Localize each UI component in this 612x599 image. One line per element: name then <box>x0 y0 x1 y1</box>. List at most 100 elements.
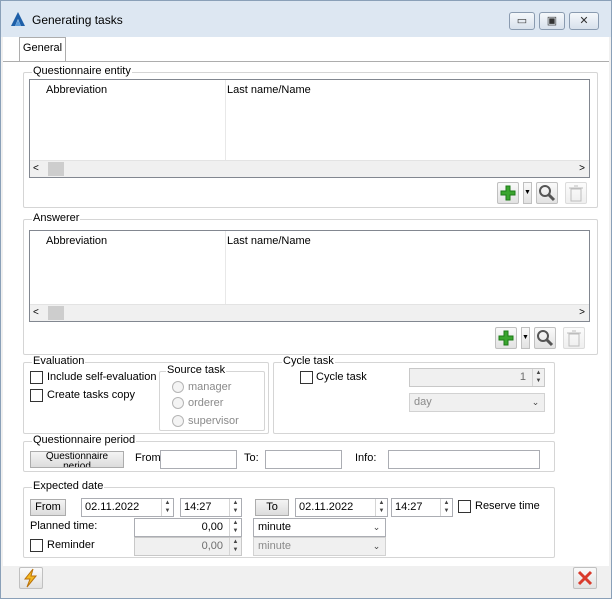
add-entity-dropdown[interactable]: ▼ <box>523 182 532 204</box>
search-icon <box>539 185 556 202</box>
planned-time-label: Planned time: <box>30 520 98 532</box>
column-last-name[interactable]: Last name/Name <box>227 235 311 247</box>
questionnaire-entity-legend: Questionnaire entity <box>32 65 132 77</box>
include-self-evaluation-label: Include self-evaluation <box>47 371 157 383</box>
period-from-input[interactable] <box>160 450 237 469</box>
from-date-button[interactable]: From <box>30 499 66 516</box>
expected-date-legend: Expected date <box>32 480 105 492</box>
orderer-label: orderer <box>188 397 224 409</box>
source-task-legend: Source task <box>166 364 227 376</box>
reserve-time-checkbox[interactable] <box>458 500 471 513</box>
delete-entity-button[interactable] <box>565 182 587 204</box>
cycle-count-spinner[interactable]: ▲ ▼ <box>532 369 544 386</box>
to-time-input[interactable]: 14:27 ▲ ▼ <box>391 498 453 517</box>
questionnaire-period-group: Questionnaire period Questionnaire perio… <box>23 434 555 472</box>
reminder-input[interactable]: 0,00 ▲ ▼ <box>134 537 242 556</box>
reminder-checkbox[interactable] <box>30 539 43 552</box>
restore-icon: ▣ <box>546 15 558 27</box>
close-x-icon <box>577 570 593 586</box>
add-entity-button[interactable] <box>497 182 519 204</box>
create-tasks-copy-checkbox[interactable] <box>30 389 43 402</box>
footer-bar <box>1 566 611 598</box>
add-answerer-dropdown[interactable]: ▼ <box>521 327 530 349</box>
column-last-name[interactable]: Last name/Name <box>227 84 311 96</box>
planned-time-input[interactable]: 0,00 ▲ ▼ <box>134 518 242 537</box>
scroll-left-icon[interactable]: < <box>33 307 39 318</box>
generate-button[interactable] <box>19 567 43 589</box>
plus-icon <box>500 185 516 201</box>
answerer-group: Answerer Abbreviation Last name/Name < >… <box>23 212 598 355</box>
period-from-label: From <box>135 452 161 464</box>
orderer-radio[interactable] <box>172 397 184 409</box>
chevron-down-icon: ⌄ <box>372 522 381 532</box>
planned-unit-select[interactable]: minute ⌄ <box>253 518 386 537</box>
supervisor-radio[interactable] <box>172 415 184 427</box>
close-window-button[interactable]: ✕ <box>569 12 599 30</box>
to-time-spinner[interactable]: ▲ ▼ <box>440 499 452 516</box>
scroll-right-icon[interactable]: > <box>579 307 585 318</box>
from-time-input[interactable]: 14:27 ▲ ▼ <box>180 498 242 517</box>
cycle-count-input[interactable]: 1 ▲ ▼ <box>409 368 545 387</box>
trash-icon <box>567 330 581 347</box>
add-answerer-button[interactable] <box>495 327 517 349</box>
questionnaire-period-legend: Questionnaire period <box>32 434 137 446</box>
cycle-unit-value: day <box>414 396 432 408</box>
planned-time-spinner[interactable]: ▲ ▼ <box>229 519 241 536</box>
lightning-icon <box>23 568 38 588</box>
app-logo-icon <box>11 12 25 26</box>
reminder-unit-value: minute <box>258 540 292 552</box>
search-answerer-button[interactable] <box>534 327 556 349</box>
questionnaire-entity-grid[interactable]: Abbreviation Last name/Name < > <box>29 79 590 178</box>
scroll-left-icon[interactable]: < <box>33 163 39 174</box>
column-abbreviation[interactable]: Abbreviation <box>46 84 107 96</box>
chevron-down-icon: ⌄ <box>531 397 540 407</box>
period-info-label: Info: <box>355 452 377 464</box>
from-date-spinner[interactable]: ▲ ▼ <box>161 499 173 516</box>
close-button[interactable] <box>573 567 597 589</box>
include-self-evaluation-checkbox[interactable] <box>30 371 43 384</box>
form-body: Questionnaire entity Abbreviation Last n… <box>3 61 609 566</box>
cycle-unit-select[interactable]: day ⌄ <box>409 393 545 412</box>
questionnaire-entity-group: Questionnaire entity Abbreviation Last n… <box>23 65 598 208</box>
tab-bar: General <box>3 37 609 63</box>
to-date-input[interactable]: 02.11.2022 ▲ ▼ <box>295 498 388 517</box>
delete-answerer-button[interactable] <box>563 327 585 349</box>
restore-button[interactable]: ▣ <box>539 12 565 30</box>
manager-radio[interactable] <box>172 381 184 393</box>
minimize-button[interactable]: ▭ <box>509 12 535 30</box>
cycle-task-legend: Cycle task <box>282 355 335 367</box>
reminder-unit-select[interactable]: minute ⌄ <box>253 537 386 556</box>
search-entity-button[interactable] <box>536 182 558 204</box>
tab-general[interactable]: General <box>19 37 66 61</box>
scroll-thumb[interactable] <box>48 306 64 320</box>
manager-label: manager <box>188 381 232 393</box>
to-date-button[interactable]: To <box>255 499 289 516</box>
cycle-task-label: Cycle task <box>316 371 367 383</box>
close-icon: ✕ <box>579 15 589 27</box>
to-time-value: 14:27 <box>395 501 423 513</box>
from-time-spinner[interactable]: ▲ ▼ <box>229 499 241 516</box>
questionnaire-period-button[interactable]: Questionnaire period <box>30 451 124 468</box>
from-date-input[interactable]: 02.11.2022 ▲ ▼ <box>81 498 174 517</box>
window-title: Generating tasks <box>32 13 123 27</box>
cycle-task-checkbox[interactable] <box>300 371 313 384</box>
to-date-spinner[interactable]: ▲ ▼ <box>375 499 387 516</box>
column-abbreviation[interactable]: Abbreviation <box>46 235 107 247</box>
create-tasks-copy-label: Create tasks copy <box>47 389 136 401</box>
reminder-label: Reminder <box>47 539 95 551</box>
column-divider <box>225 80 226 162</box>
planned-time-value: 0,00 <box>201 521 223 533</box>
expected-date-group: Expected date From 02.11.2022 ▲ ▼ 14:27 ▲… <box>23 480 555 558</box>
window: Generating tasks ▭ ▣ ✕ General Questionn… <box>0 0 612 599</box>
scroll-right-icon[interactable]: > <box>579 163 585 174</box>
horizontal-scrollbar[interactable]: < > <box>30 304 589 321</box>
reminder-spinner[interactable]: ▲ ▼ <box>229 538 241 555</box>
scroll-thumb[interactable] <box>48 162 64 176</box>
evaluation-group: Evaluation Include self-evaluation Creat… <box>23 355 269 434</box>
answerer-grid[interactable]: Abbreviation Last name/Name < > <box>29 230 590 322</box>
period-to-input[interactable] <box>265 450 342 469</box>
horizontal-scrollbar[interactable]: < > <box>30 160 589 177</box>
reminder-value: 0,00 <box>201 540 223 552</box>
from-time-value: 14:27 <box>184 501 212 513</box>
period-info-input[interactable] <box>388 450 540 469</box>
